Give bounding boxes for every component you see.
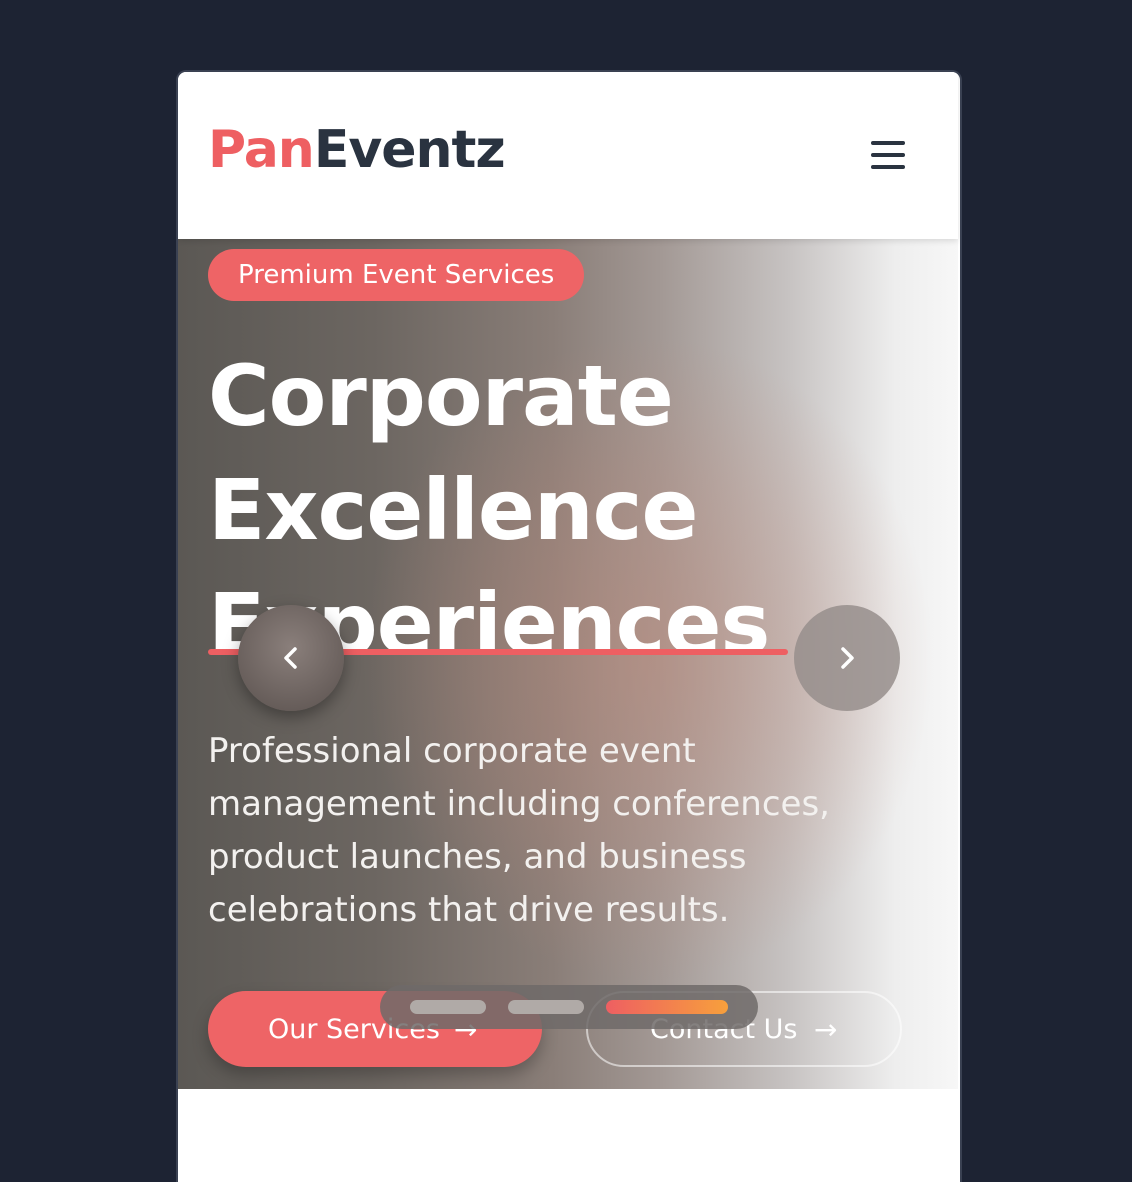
slide-indicator[interactable] xyxy=(508,1000,584,1014)
logo-part-pan: Pan xyxy=(208,120,315,180)
menu-bar xyxy=(871,141,905,145)
arrow-right-icon: → xyxy=(814,1012,838,1046)
site-header: PanEventz xyxy=(178,72,958,239)
hero-description: Professional corporate event management … xyxy=(208,731,830,930)
hamburger-menu-icon[interactable] xyxy=(871,139,909,173)
headline-line: Corporate xyxy=(208,347,674,445)
menu-bar xyxy=(871,153,905,157)
hero-slider: Premium Event Services Corporate Excelle… xyxy=(178,239,958,1089)
logo[interactable]: PanEventz xyxy=(208,124,506,176)
mobile-frame: PanEventz Premium Event Services Corpora… xyxy=(176,70,962,1182)
hero-badge: Premium Event Services xyxy=(208,249,585,301)
slide-indicators xyxy=(380,985,758,1029)
slide-indicator-active[interactable] xyxy=(606,1000,728,1014)
headline-line: Excellence xyxy=(208,461,698,559)
menu-bar xyxy=(871,165,905,169)
slide-indicator[interactable] xyxy=(410,1000,486,1014)
slider-prev-button[interactable] xyxy=(238,605,344,711)
logo-part-eventz: Eventz xyxy=(313,120,506,180)
slider-next-button[interactable] xyxy=(794,605,900,711)
chevron-right-icon xyxy=(841,647,854,669)
chevron-left-icon xyxy=(284,647,297,669)
